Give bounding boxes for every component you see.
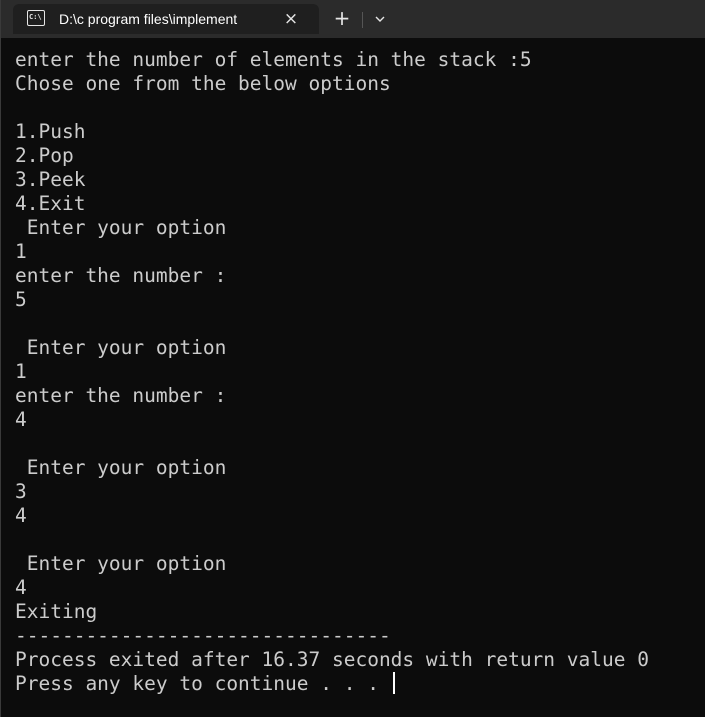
terminal-line: 3.Peek [15, 168, 86, 191]
terminal-line: Enter your option [15, 216, 227, 239]
terminal-output[interactable]: enter the number of elements in the stac… [15, 48, 700, 713]
terminal-line: Exiting [15, 600, 98, 623]
terminal-line: Process exited after 16.37 seconds with … [15, 648, 649, 671]
terminal-line: Chose one from the below options [15, 72, 391, 95]
chevron-down-icon [375, 16, 385, 22]
terminal-line: enter the number : [15, 264, 227, 287]
terminal-line: 3 [15, 480, 27, 503]
tab-separator [362, 12, 363, 28]
tab-title: D:\c program files\implement [59, 11, 238, 27]
terminal-window: C:\ D:\c program files\implement × + ent… [0, 0, 705, 717]
terminal-line: -------------------------------- [15, 624, 391, 647]
terminal-line: 4 [15, 408, 27, 431]
terminal-line: 4 [15, 504, 27, 527]
new-tab-button[interactable]: + [329, 7, 355, 31]
terminal-line: 1 [15, 240, 27, 263]
tab-dropdown-button[interactable] [367, 7, 393, 31]
tab-close-button[interactable]: × [281, 9, 301, 29]
terminal-line: Enter your option [15, 456, 227, 479]
terminal-line: 4 [15, 576, 27, 599]
tab-bar: C:\ D:\c program files\implement × + [1, 0, 705, 38]
terminal-line: 1 [15, 360, 27, 383]
text-cursor [392, 672, 395, 694]
terminal-line: enter the number : [15, 384, 227, 407]
terminal-line: 4.Exit [15, 192, 86, 215]
tab-active[interactable]: C:\ D:\c program files\implement × [13, 4, 319, 34]
terminal-line: 2.Pop [15, 144, 74, 167]
terminal-line: enter the number of elements in the stac… [15, 48, 532, 71]
console-icon: C:\ [27, 10, 45, 26]
terminal-line: 1.Push [15, 120, 86, 143]
terminal-line: Enter your option [15, 336, 227, 359]
terminal-line: Press any key to continue . . . [15, 672, 700, 696]
terminal-line: 5 [15, 288, 27, 311]
terminal-line: Enter your option [15, 552, 227, 575]
